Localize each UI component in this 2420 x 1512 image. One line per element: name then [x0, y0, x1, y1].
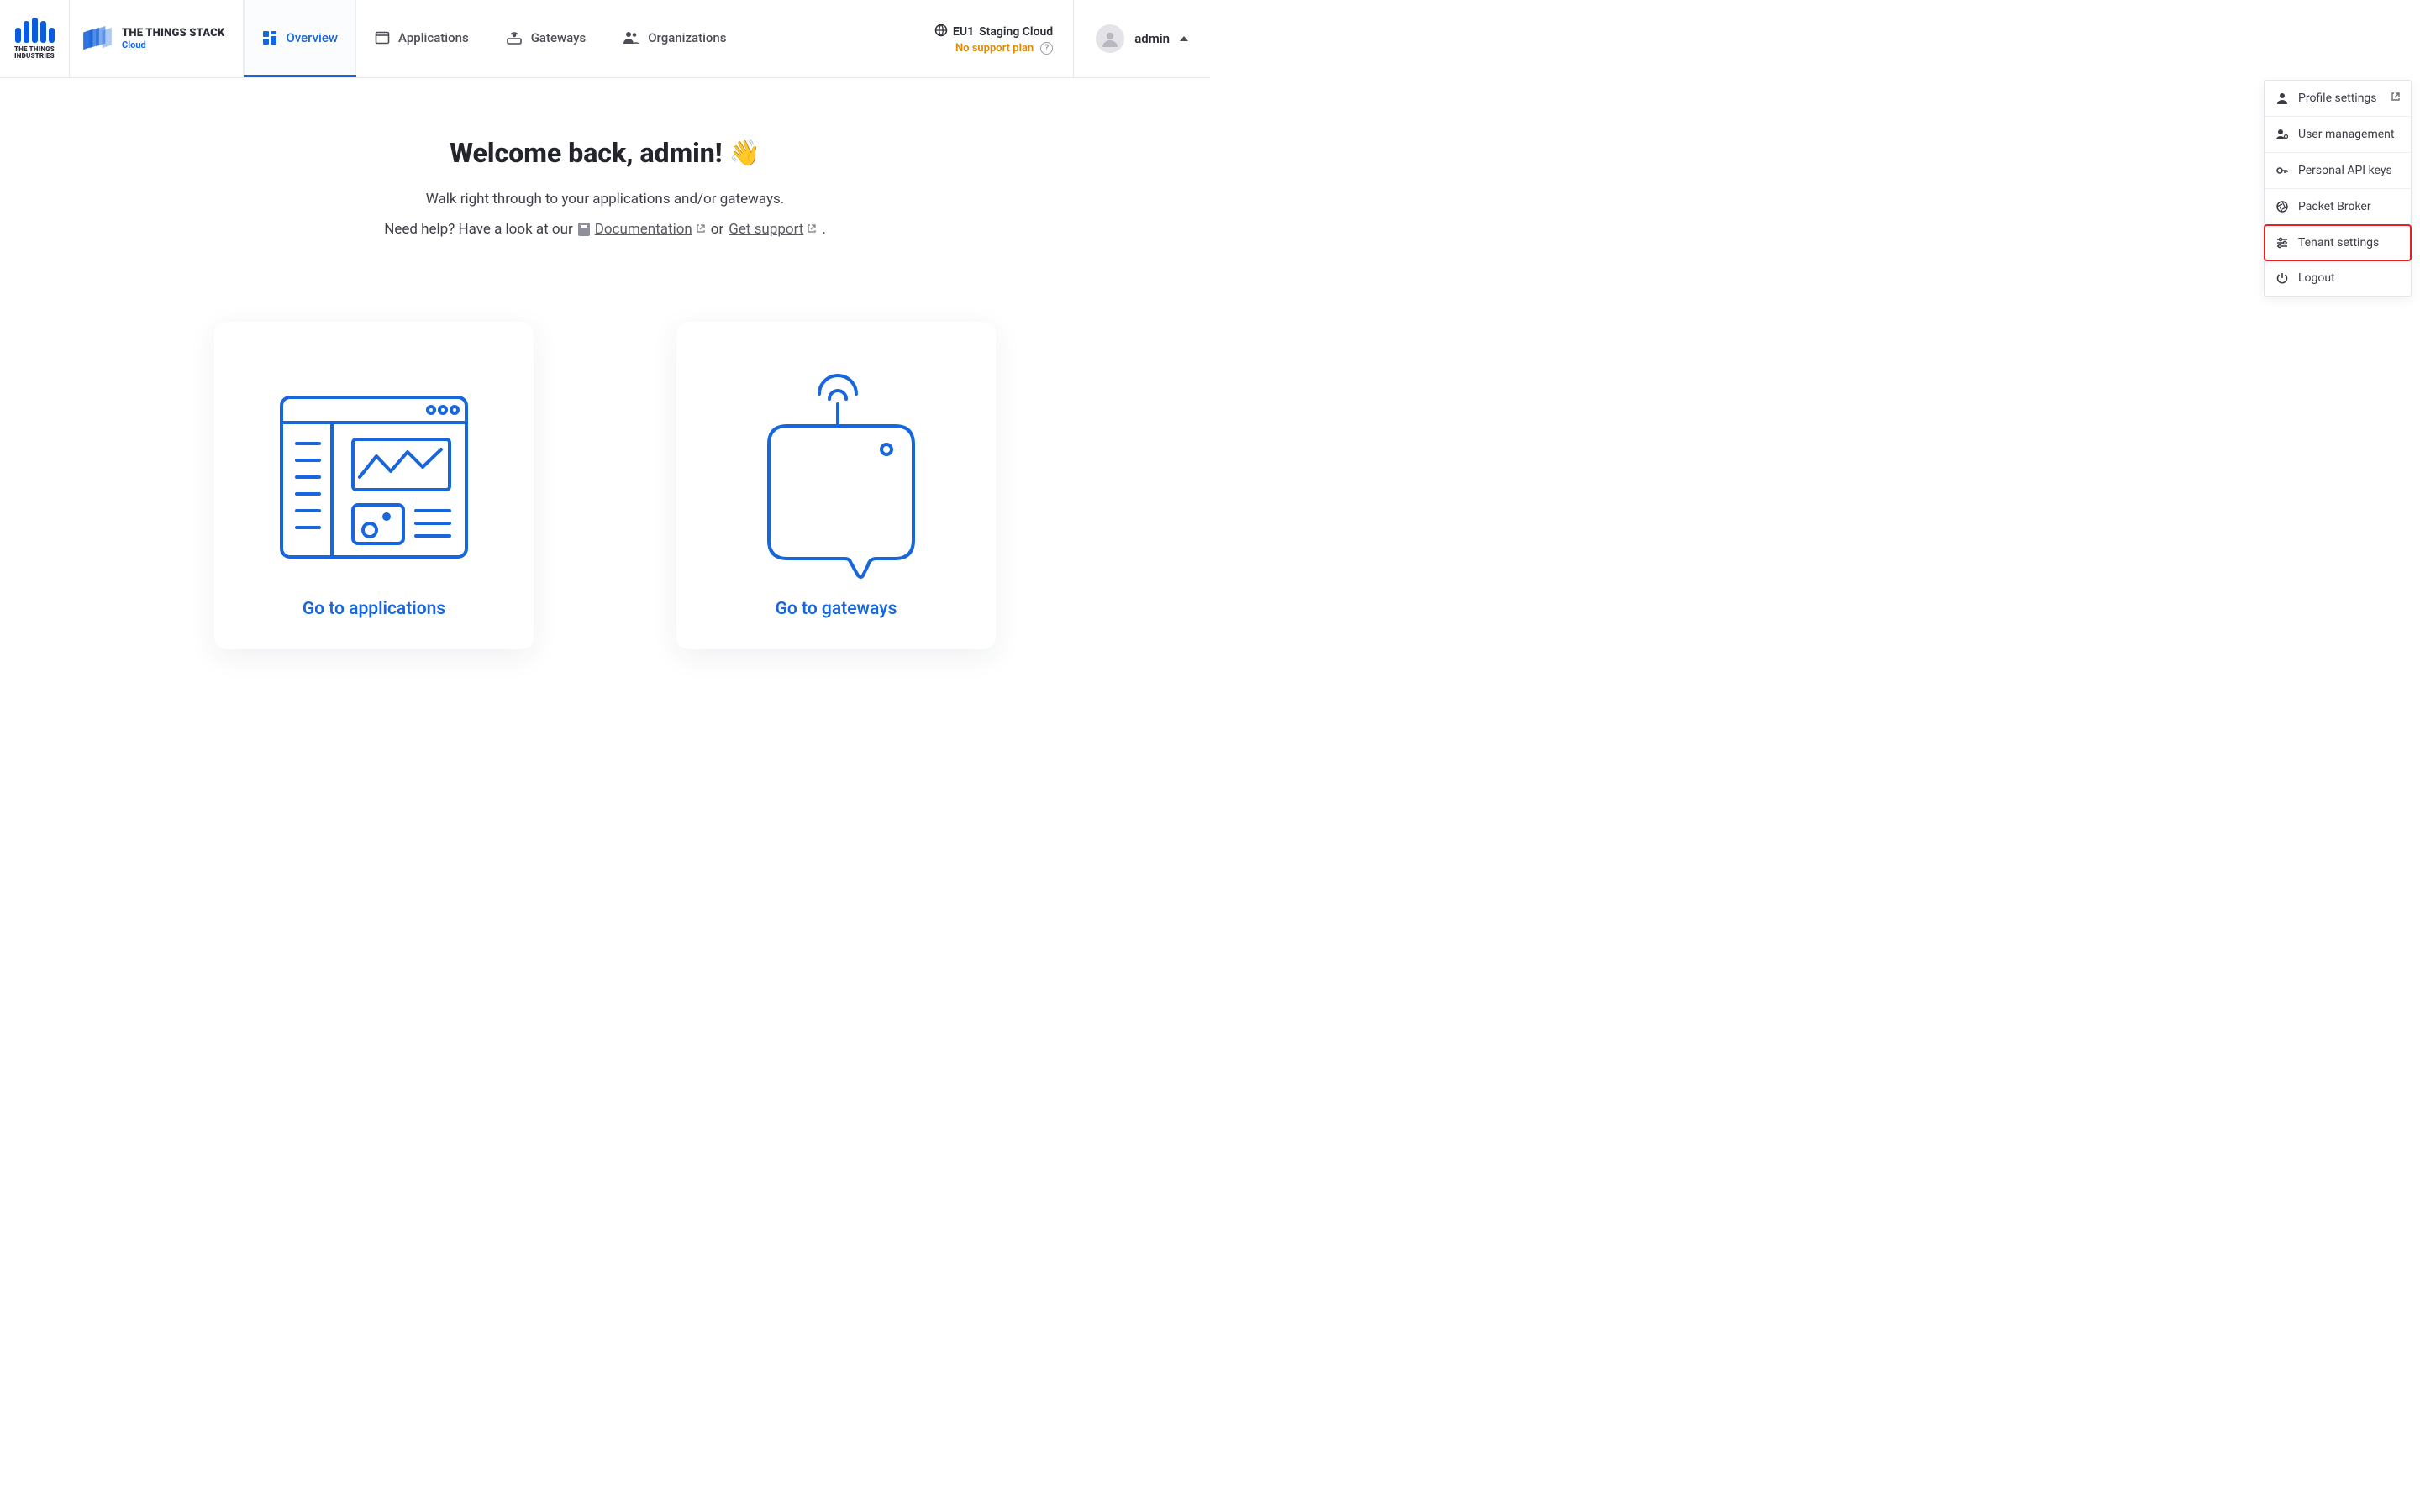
people-icon [623, 30, 639, 45]
brand-line1: THE THINGS STACK [122, 27, 224, 39]
welcome-heading: Welcome back, admin! 👋 [450, 137, 760, 169]
menu-profile-settings[interactable]: Profile settings [2265, 81, 2411, 117]
menu-usermgmt-label: User management [2298, 128, 2394, 141]
cluster-selector[interactable]: EU1 Staging Cloud No support plan ? [934, 0, 1074, 77]
cluster-name: Staging Cloud [979, 25, 1053, 39]
key-icon [2275, 164, 2290, 177]
menu-packet-broker[interactable]: Packet Broker [2265, 189, 2411, 225]
stack-icon [82, 26, 113, 51]
caret-up-icon [1180, 36, 1188, 41]
globe-icon [934, 24, 948, 40]
brand-line2: Cloud [122, 39, 224, 50]
card-gws-label: Go to gateways [776, 599, 897, 619]
user-dropdown: Profile settings User management Persona… [2264, 80, 2412, 297]
book-icon [578, 223, 590, 236]
dashboard-icon [262, 30, 277, 45]
help-line: Need help? Have a look at our Documentat… [384, 221, 826, 238]
external-link-icon [696, 223, 706, 236]
product-brand[interactable]: THE THINGS STACK Cloud [70, 0, 244, 77]
card-go-to-gateways[interactable]: Go to gateways [676, 322, 996, 649]
menu-tenant-label: Tenant settings [2298, 236, 2379, 249]
company-logo-text: THE THINGS INDUSTRIES [14, 46, 55, 60]
user-name: admin [1134, 31, 1170, 46]
card-apps-label: Go to applications [302, 599, 445, 619]
applications-illustration [273, 347, 475, 599]
tab-applications-label: Applications [398, 30, 469, 45]
external-link-icon [807, 223, 817, 236]
sliders-icon [2275, 236, 2290, 249]
logo-bars-icon [15, 18, 55, 43]
cluster-id: EU1 [953, 25, 974, 39]
menu-api-keys[interactable]: Personal API keys [2265, 153, 2411, 189]
tab-gateways-label: Gateways [531, 30, 587, 45]
aperture-icon [2275, 200, 2290, 213]
action-cards: Go to applications Go to gateways [214, 322, 996, 649]
wave-icon: 👋 [729, 139, 760, 168]
gateway-icon [506, 30, 523, 45]
person-icon [2275, 92, 2290, 105]
menu-logout[interactable]: Logout [2265, 260, 2411, 296]
power-icon [2275, 271, 2290, 285]
avatar [1096, 24, 1124, 53]
tab-organizations[interactable]: Organizations [604, 0, 744, 77]
gateways-illustration [735, 347, 937, 599]
external-link-icon [2391, 92, 2401, 105]
tab-overview-label: Overview [286, 30, 338, 45]
menu-tenant-settings[interactable]: Tenant settings [2264, 224, 2412, 261]
company-logo[interactable]: THE THINGS INDUSTRIES [0, 0, 70, 77]
menu-logout-label: Logout [2298, 271, 2335, 285]
nav-tabs: Overview Applications Gateways Organizat… [244, 0, 744, 77]
help-icon[interactable]: ? [1040, 42, 1053, 55]
user-menu-trigger[interactable]: admin [1074, 24, 1210, 53]
user-gear-icon [2275, 128, 2290, 141]
window-icon [375, 30, 390, 45]
tab-gateways[interactable]: Gateways [487, 0, 605, 77]
support-plan-label: No support plan [955, 42, 1034, 55]
tab-organizations-label: Organizations [648, 30, 726, 45]
menu-pb-label: Packet Broker [2298, 200, 2371, 213]
get-support-link[interactable]: Get support [729, 221, 817, 238]
welcome-subtext: Walk right through to your applications … [426, 191, 785, 207]
tab-applications[interactable]: Applications [356, 0, 487, 77]
tab-overview[interactable]: Overview [244, 0, 356, 77]
main-content: Welcome back, admin! 👋 Walk right throug… [0, 78, 1210, 649]
menu-user-management[interactable]: User management [2265, 117, 2411, 153]
documentation-link[interactable]: Documentation [595, 221, 706, 238]
top-navbar: THE THINGS INDUSTRIES THE THINGS STACK C… [0, 0, 1210, 78]
menu-profile-label: Profile settings [2298, 92, 2377, 105]
card-go-to-applications[interactable]: Go to applications [214, 322, 534, 649]
menu-apikeys-label: Personal API keys [2298, 164, 2392, 177]
